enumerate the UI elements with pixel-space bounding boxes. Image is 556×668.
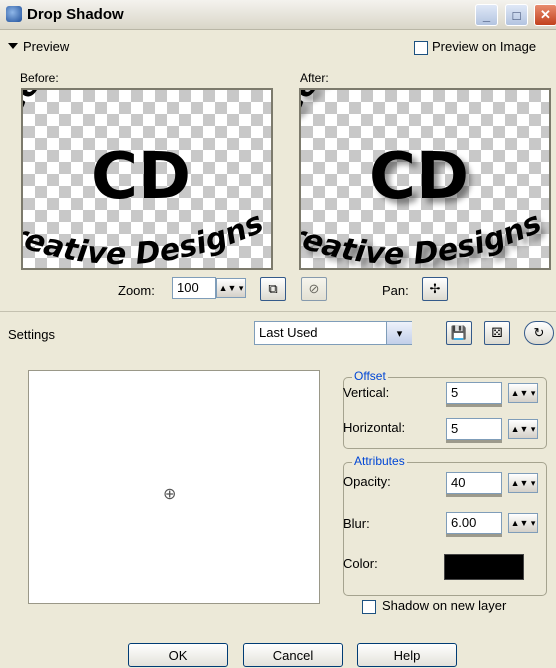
vertical-spinner[interactable]: ▲▼ ▾ — [508, 383, 538, 403]
after-preview[interactable]: laureen's Artz reative Designs CD — [299, 88, 551, 270]
shadow-color-swatch[interactable] — [444, 554, 524, 580]
after-text-bottom: reative Designs — [301, 205, 547, 268]
zoom-fit-button[interactable]: ⧉ — [260, 277, 286, 301]
dice-icon: ⚄ — [491, 325, 503, 340]
blur-slider[interactable] — [446, 534, 502, 537]
horizontal-slider[interactable] — [446, 440, 502, 443]
pan-button[interactable]: ✢ — [422, 277, 448, 301]
shadow-on-new-layer-checkbox[interactable] — [362, 600, 376, 614]
maximize-button[interactable]: □ — [505, 4, 528, 26]
svg-text:reative Designs: reative Designs — [301, 205, 547, 270]
opacity-label: Opacity: — [343, 474, 391, 489]
horizontal-spinner[interactable]: ▲▼ ▾ — [508, 419, 538, 439]
horizontal-label: Horizontal: — [343, 420, 406, 435]
minimize-button[interactable]: _ — [475, 4, 498, 26]
window-title: Drop Shadow — [27, 6, 124, 23]
zoom-spinner[interactable]: ▲▼ ▾ — [216, 278, 246, 298]
reset-button[interactable]: ↻ — [524, 321, 554, 345]
zoom-input[interactable]: 100 — [172, 277, 216, 299]
svg-text:reative Designs: reative Designs — [23, 205, 269, 270]
collapse-triangle-icon — [8, 43, 18, 49]
preview-toggle[interactable]: Preview — [8, 39, 69, 54]
opacity-input[interactable]: 40 — [446, 472, 502, 494]
preview-on-image-checkbox[interactable] — [414, 41, 428, 55]
randomize-button[interactable]: ⚄ — [484, 321, 510, 345]
offset-group-title: Offset — [352, 369, 388, 383]
horizontal-input[interactable]: 5 — [446, 418, 502, 440]
help-button[interactable]: Help — [357, 643, 457, 667]
floppy-disk-icon: 💾 — [450, 325, 468, 340]
zoom-label: Zoom: — [118, 283, 155, 298]
blur-spinner[interactable]: ▲▼ ▾ — [508, 513, 538, 533]
after-initials: CD — [369, 140, 469, 214]
settings-dropdown-arrow[interactable]: ▾ — [386, 322, 412, 344]
app-icon — [6, 6, 22, 22]
opacity-spinner[interactable]: ▲▼ ▾ — [508, 473, 538, 493]
shadow-on-new-layer-label: Shadow on new layer — [382, 598, 507, 613]
save-preset-button[interactable]: 💾 — [446, 321, 472, 345]
close-button[interactable]: ✕ — [534, 4, 556, 26]
offset-crosshair-icon[interactable]: ⊕ — [163, 484, 176, 504]
blur-input[interactable]: 6.00 — [446, 512, 502, 534]
divider — [0, 311, 556, 312]
ok-button[interactable]: OK — [128, 643, 228, 667]
settings-label: Settings — [8, 327, 55, 342]
cancel-button[interactable]: Cancel — [243, 643, 343, 667]
blur-label: Blur: — [343, 516, 370, 531]
after-label: After: — [300, 71, 329, 85]
after-preview-image: laureen's Artz reative Designs CD — [301, 90, 547, 270]
zoom-fit-icon: ⧉ — [268, 281, 278, 296]
vertical-input[interactable]: 5 — [446, 382, 502, 404]
before-initials: CD — [91, 140, 191, 214]
attributes-group-title: Attributes — [352, 454, 407, 468]
vertical-slider[interactable] — [446, 404, 502, 407]
before-preview[interactable]: laureen's Artz reative Designs CD — [21, 88, 273, 270]
preview-on-image-label: Preview on Image — [432, 39, 537, 54]
opacity-slider[interactable] — [446, 494, 502, 497]
reset-icon: ↻ — [533, 325, 545, 340]
before-text-bottom: reative Designs — [23, 205, 269, 268]
preview-toggle-label: Preview — [23, 39, 70, 54]
before-preview-image: laureen's Artz reative Designs CD — [23, 90, 269, 270]
vertical-label: Vertical: — [343, 385, 390, 400]
pan-label: Pan: — [382, 283, 409, 298]
zoom-tool-button[interactable]: ⊘ — [301, 277, 327, 301]
before-label: Before: — [20, 71, 59, 85]
color-label: Color: — [343, 556, 378, 571]
magnifier-icon: ⊘ — [308, 281, 320, 296]
pan-move-icon: ✢ — [429, 281, 441, 296]
